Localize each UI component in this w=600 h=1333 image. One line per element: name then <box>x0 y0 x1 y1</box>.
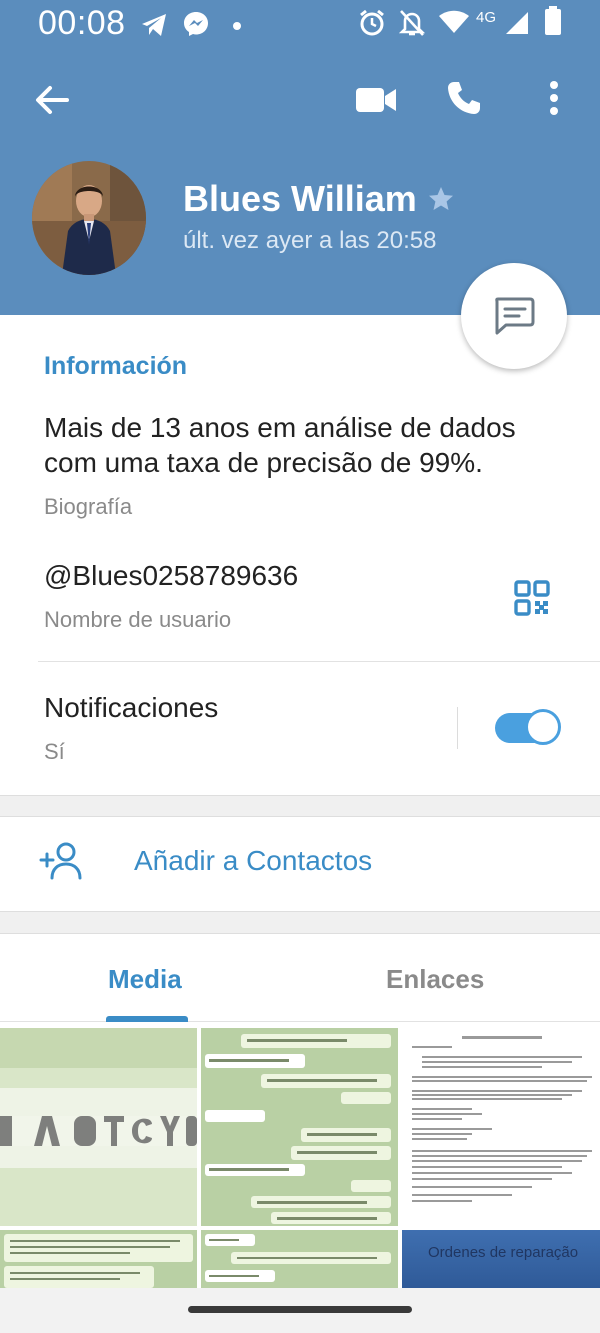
chat-icon <box>495 297 535 335</box>
bio-label: Biografía <box>44 494 133 519</box>
status-bar: 00:08 4G <box>0 0 600 48</box>
divider <box>38 661 600 662</box>
video-camera-icon <box>356 88 396 112</box>
vertical-separator <box>457 707 458 749</box>
notifications-title[interactable]: Notificaciones <box>44 692 218 724</box>
status-time: 00:08 <box>38 4 126 42</box>
username-text[interactable]: @Blues0258789636 <box>44 560 298 592</box>
contact-name: Blues William <box>183 178 417 219</box>
send-message-button[interactable] <box>461 263 567 369</box>
media-thumbnail[interactable] <box>0 1028 197 1226</box>
network-type: 4G <box>476 9 497 26</box>
media-thumbnail[interactable] <box>402 1028 600 1226</box>
section-gap <box>0 911 600 934</box>
active-tab-indicator <box>106 1016 188 1022</box>
back-button[interactable] <box>28 76 76 124</box>
toggle-knob <box>525 709 561 745</box>
more-vertical-icon <box>550 81 558 115</box>
alarm-icon <box>358 8 386 43</box>
tab-media[interactable]: Media <box>108 964 182 995</box>
battery-icon <box>544 6 562 41</box>
media-thumbnail[interactable] <box>0 1230 197 1288</box>
call-button[interactable] <box>440 74 488 122</box>
qr-code-icon[interactable] <box>514 580 550 621</box>
system-nav-bar <box>0 1288 600 1333</box>
media-thumbnail[interactable]: Ordenes de reparação <box>402 1230 600 1288</box>
telegram-icon <box>140 12 168 43</box>
username-label: Nombre de usuario <box>44 607 232 632</box>
add-user-icon <box>38 841 86 886</box>
more-options-button[interactable] <box>532 74 576 122</box>
signal-icon <box>504 10 530 41</box>
contact-name-row: Blues William <box>183 178 455 220</box>
media-tabs: Media Enlaces <box>0 934 600 1022</box>
add-contact-label: Añadir a Contactos <box>134 845 373 876</box>
home-gesture-handle[interactable] <box>188 1306 412 1313</box>
add-contact-button[interactable]: Añadir a Contactos <box>0 817 600 911</box>
bio-text: Mais de 13 anos em análise de dados com … <box>44 412 516 478</box>
back-arrow-icon <box>36 86 69 114</box>
phone-icon <box>448 82 480 114</box>
avatar[interactable] <box>32 161 146 275</box>
info-section-title: Información <box>44 352 188 380</box>
last-seen-status: últ. vez ayer a las 20:58 <box>183 227 437 254</box>
mute-icon <box>398 8 426 43</box>
tab-links[interactable]: Enlaces <box>386 964 484 995</box>
star-icon <box>427 185 455 218</box>
messenger-icon <box>182 10 210 43</box>
thumbnail-doc-title: Ordenes de reparação <box>428 1244 579 1261</box>
notifications-toggle[interactable] <box>495 709 561 745</box>
media-grid: Ordenes de reparação <box>0 1024 600 1288</box>
section-gap <box>0 795 600 817</box>
dot-icon <box>232 18 242 36</box>
notifications-value: Sí <box>44 739 65 764</box>
wifi-icon <box>438 10 470 39</box>
avatar-photo <box>32 161 146 275</box>
media-thumbnail[interactable] <box>201 1028 398 1226</box>
video-call-button[interactable] <box>352 76 400 124</box>
media-thumbnail[interactable] <box>201 1230 398 1288</box>
